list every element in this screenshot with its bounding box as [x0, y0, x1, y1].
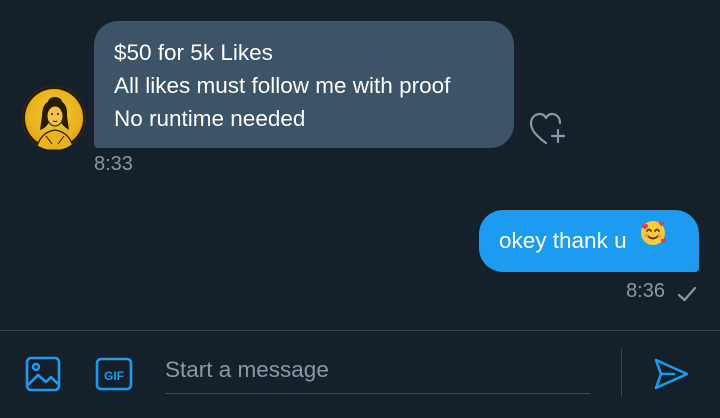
incoming-message-line: $50 for 5k Likes [114, 40, 273, 65]
outgoing-timestamp: 8:36 [626, 280, 665, 302]
composer-vertical-divider [621, 349, 622, 397]
outgoing-message-text: okey thank u [499, 228, 627, 253]
message-composer: GIF [0, 331, 720, 418]
incoming-message-line: All likes must follow me with proof [114, 73, 451, 98]
smiling-face-with-hearts-icon [639, 209, 667, 271]
message-input[interactable] [165, 347, 590, 394]
incoming-message-line: No runtime needed [114, 106, 306, 131]
incoming-timestamp: 8:33 [94, 153, 133, 175]
outgoing-message-bubble[interactable]: okey thank u [479, 210, 699, 272]
heart-add-icon[interactable] [528, 110, 572, 146]
sent-check-icon [676, 284, 698, 304]
gif-label: GIF [104, 369, 124, 383]
send-icon[interactable] [652, 355, 690, 393]
sender-avatar[interactable] [22, 86, 86, 150]
message-thread: $50 for 5k Likes All likes must follow m… [0, 0, 720, 330]
incoming-message-bubble[interactable]: $50 for 5k Likes All likes must follow m… [94, 21, 514, 148]
image-icon[interactable] [24, 355, 62, 393]
gif-icon[interactable]: GIF [94, 355, 134, 393]
